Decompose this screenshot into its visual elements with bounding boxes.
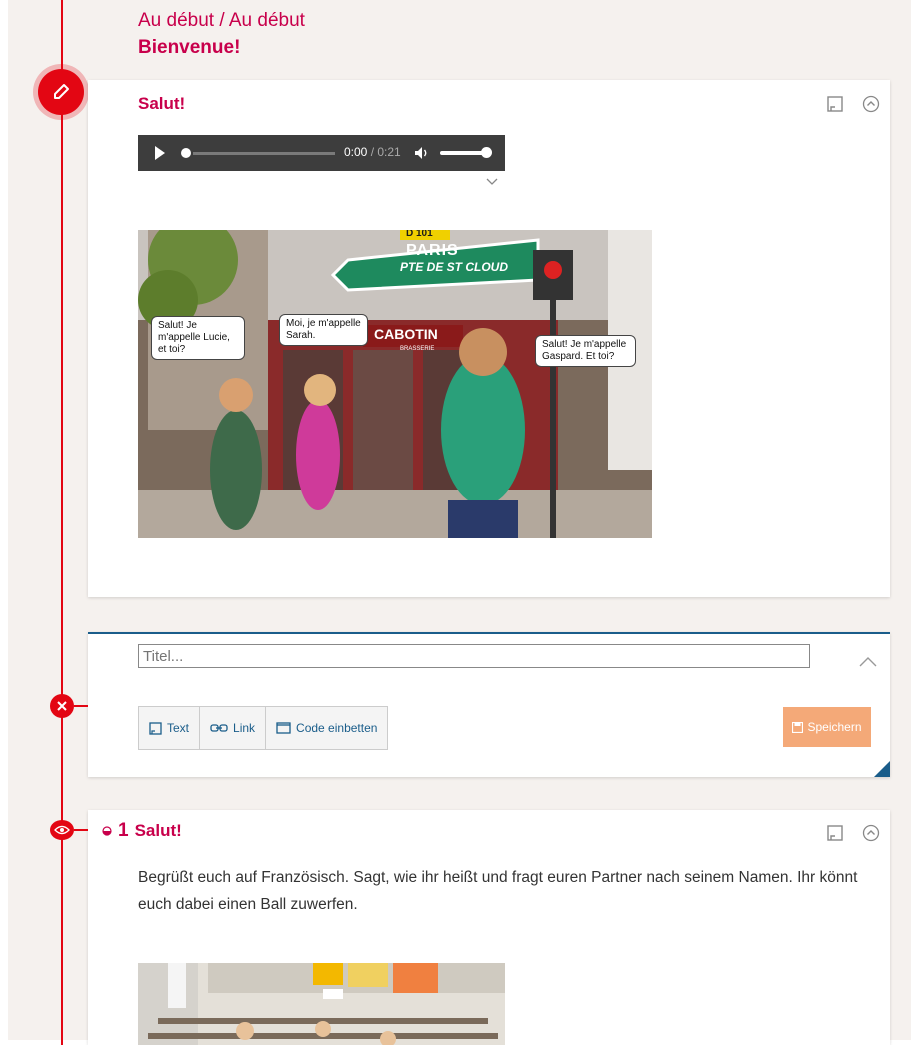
volume-icon[interactable] [413,145,431,161]
button-label: Link [233,721,256,735]
chevron-up-icon[interactable] [858,656,878,668]
timeline-connector [74,705,88,707]
note-icon [149,721,162,735]
add-link-button[interactable]: Link [200,707,267,749]
photo-illustration [138,963,505,1045]
card-title: Salut! [138,94,186,113]
edit-marker[interactable] [33,64,89,120]
progress-track[interactable] [193,152,335,155]
play-icon[interactable] [153,145,167,161]
volume-slider[interactable] [440,151,485,155]
paris-street-photo: D 101 PARIS PTE DE ST CLOUD CABOTIN BRAS… [138,230,652,538]
close-icon[interactable] [56,700,68,712]
visibility-marker[interactable] [50,820,74,840]
button-label: Text [167,721,190,735]
button-label: Code einbetten [296,721,378,735]
speech-bubble: Salut! Je m'appelle Gaspard. Et toi? [535,335,636,367]
sign-porte: PTE DE ST CLOUD [400,260,509,274]
task-number: 1 [118,820,129,841]
audio-time: 0:00 / 0:21 [344,145,401,159]
floppy-icon [792,721,804,733]
note-icon[interactable] [826,824,844,842]
cafe-sign: CABOTIN [374,326,438,342]
note-icon[interactable] [826,95,844,113]
eye-icon[interactable] [54,825,70,835]
speech-bubble: Salut! Je m'appelle Lucie, et toi? [151,316,245,360]
chevron-down-icon[interactable] [486,178,498,186]
embed-icon [276,722,291,734]
close-editor-marker[interactable] [50,694,74,718]
breadcrumb[interactable]: Au début / Au début [138,10,305,32]
pencil-icon[interactable] [38,69,84,115]
collapse-icon[interactable] [862,95,880,113]
task-header: 1 Salut! [102,820,182,842]
content-type-buttons: Text Link Code einbetten [138,706,389,750]
save-label: Speichern [807,720,862,734]
half-circle-icon [102,826,112,836]
card-actions [826,95,880,113]
add-text-button[interactable]: Text [139,707,201,749]
resize-handle[interactable] [874,761,890,777]
sign-road-number: D 101 [406,230,433,239]
title-input[interactable] [138,644,810,668]
audio-player[interactable]: 0:00 / 0:21 [138,135,505,171]
new-entry-editor: Text Link Code einbetten Speichern [88,632,890,777]
save-button[interactable]: Speichern [783,707,871,747]
sign-paris: PARIS [406,242,459,259]
link-icon [210,724,228,732]
photo-illustration [138,230,652,538]
timeline-connector [74,829,88,831]
timeline-line [61,0,63,1045]
classroom-photo [138,963,505,1045]
page-title: Bienvenue! [138,37,241,58]
media-card: Salut! 0:00 / 0:21 D 101 PARIS PTE DE ST… [88,80,890,597]
embed-code-button[interactable]: Code einbetten [266,707,387,749]
card-title: Salut! [134,821,182,840]
card-actions [826,824,880,842]
brasserie-sign: BRASSERIE [400,346,435,352]
progress-handle[interactable] [181,148,191,158]
volume-handle[interactable] [481,147,492,158]
collapse-icon[interactable] [862,824,880,842]
speech-bubble: Moi, je m'appelle Sarah. [279,314,368,346]
task-instructions: Begrüßt euch auf Französisch. Sagt, wie … [138,869,858,913]
task-card: 1 Salut! Begrüßt euch auf Französisch. S… [88,810,890,1045]
